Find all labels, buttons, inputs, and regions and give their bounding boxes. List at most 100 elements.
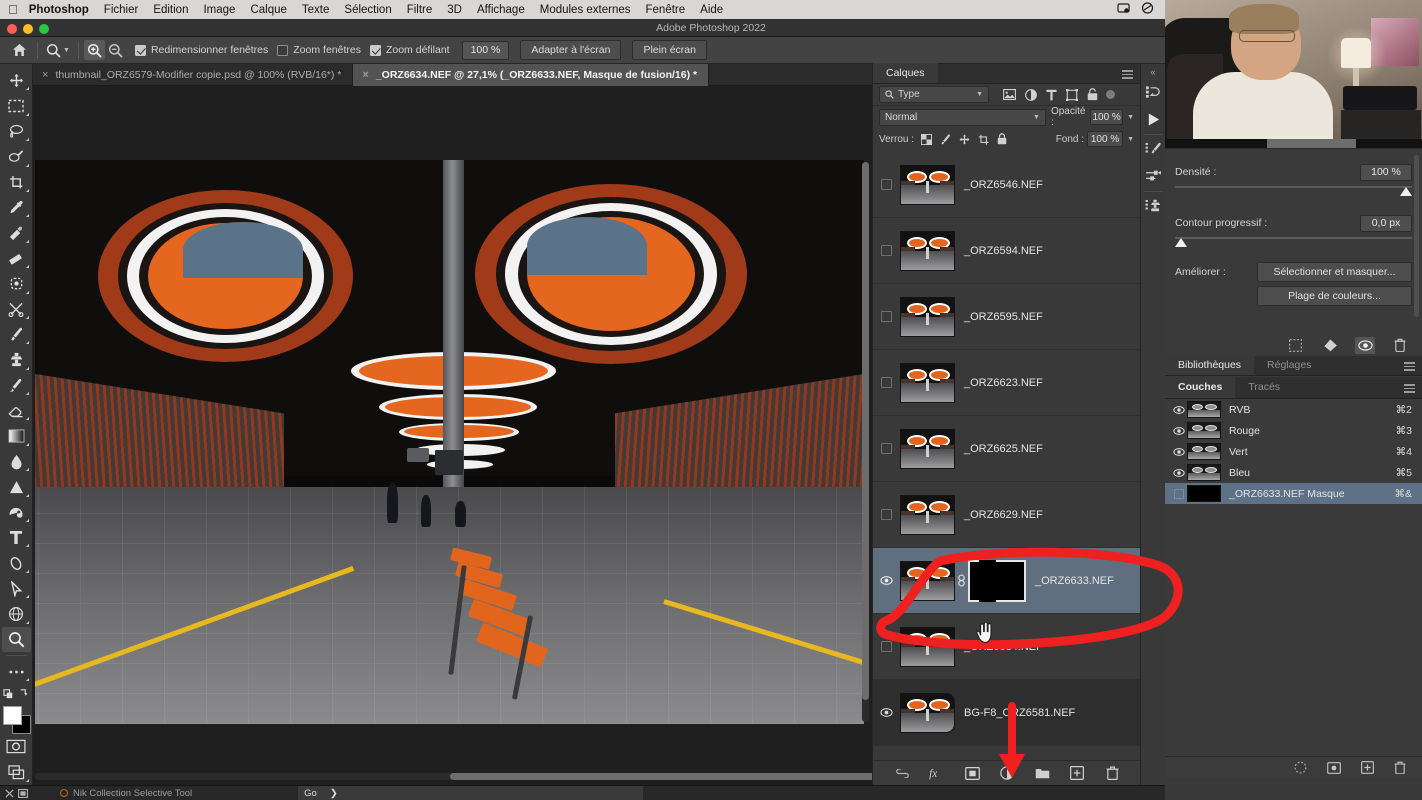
new-group-icon[interactable] [1034, 765, 1051, 782]
list-item-selected[interactable]: _ORZ6633.NEF Masque ⌘& [1165, 483, 1422, 504]
menu-item-3d[interactable]: 3D [447, 4, 462, 16]
brush-settings-icon[interactable] [1142, 136, 1165, 163]
layer-list[interactable]: _ORZ6546.NEF _ORZ6594.NEF _ORZ6595.NEF _… [873, 152, 1141, 800]
rectangular-marquee-tool[interactable] [2, 93, 31, 118]
document-tab-thumbnail-psd[interactable]: × thumbnail_ORZ6579-Modifier copie.psd @… [33, 64, 354, 86]
table-row[interactable]: _ORZ6625.NEF [873, 416, 1141, 482]
table-row[interactable]: _ORZ6634.NEF [873, 614, 1141, 680]
menu-item-fenetre[interactable]: Fenêtre [646, 4, 686, 16]
canvas-vertical-scrollbar[interactable] [862, 162, 869, 722]
chevron-down-icon[interactable]: ▼ [976, 91, 983, 98]
current-tool-zoom[interactable]: ▼ [43, 43, 73, 58]
adjustment-filter-icon[interactable] [1025, 88, 1037, 101]
layer-visibility-toggle[interactable] [877, 509, 895, 520]
blur-tool[interactable] [2, 449, 31, 474]
3d-rotate-tool[interactable] [2, 601, 31, 626]
menu-item-calque[interactable]: Calque [250, 4, 286, 16]
layer-thumbnail[interactable] [900, 428, 955, 469]
density-slider-knob[interactable] [1400, 187, 1412, 196]
feather-slider[interactable] [1175, 236, 1412, 249]
patch-tool[interactable] [2, 246, 31, 271]
menu-item-filtre[interactable]: Filtre [407, 4, 433, 16]
adjustments-icon[interactable] [1142, 163, 1165, 190]
new-adjustment-layer-icon[interactable] [999, 765, 1016, 782]
panel-menu-icon[interactable] [1404, 384, 1415, 395]
canvas-area[interactable]: ⌥ [33, 86, 881, 785]
layer-thumbnail[interactable] [900, 626, 955, 667]
close-icon[interactable] [5, 788, 14, 798]
quick-mask-icon[interactable] [2, 734, 31, 759]
zoom-out-icon[interactable] [105, 40, 126, 60]
clone-stamp-tool[interactable] [2, 347, 31, 372]
table-row[interactable]: _ORZ6623.NEF [873, 350, 1141, 416]
clone-source-icon[interactable] [1142, 193, 1165, 220]
lock-artboard-icon[interactable] [978, 134, 989, 145]
more-tools-icon[interactable] [2, 659, 31, 684]
menu-item-aide[interactable]: Aide [700, 4, 723, 16]
density-slider[interactable] [1175, 185, 1412, 198]
fullscreen-button[interactable]: Plein écran [632, 40, 707, 60]
feather-slider-knob[interactable] [1175, 238, 1187, 247]
color-range-button[interactable]: Plage de couleurs... [1257, 286, 1412, 306]
eyedropper-tool[interactable] [2, 195, 31, 220]
link-layers-icon[interactable] [894, 765, 911, 782]
delete-layer-icon[interactable] [1104, 765, 1121, 782]
go-field[interactable]: Go ❯ [298, 786, 644, 800]
load-selection-icon[interactable] [1285, 337, 1305, 354]
layer-thumbnail[interactable] [900, 230, 955, 271]
opacity-value[interactable]: 100 % [1090, 109, 1124, 125]
chevron-right-icon[interactable]: ❯ [330, 788, 338, 799]
pixel-filter-icon[interactable] [1003, 89, 1016, 100]
canvas-horizontal-scrollbar[interactable] [35, 773, 881, 780]
screen-mode-icon[interactable] [2, 760, 31, 785]
tab-traces[interactable]: Tracés [1235, 376, 1293, 398]
lock-position-icon[interactable] [959, 134, 970, 145]
collapse-panels-icon[interactable]: « [1150, 66, 1155, 79]
density-value[interactable]: 100 % [1360, 163, 1412, 181]
checkbox-resize-windows[interactable]: Redimensionner fenêtres [134, 44, 268, 56]
default-colors-icon[interactable] [2, 684, 31, 702]
layer-visibility-toggle[interactable] [877, 641, 895, 652]
menu-item-fichier[interactable]: Fichier [104, 4, 139, 16]
link-mask-icon[interactable] [955, 574, 968, 587]
layer-thumbnail[interactable] [900, 560, 955, 601]
panel-menu-icon[interactable] [1122, 70, 1133, 81]
lasso-tool[interactable] [2, 119, 31, 144]
close-icon[interactable]: × [42, 69, 48, 81]
home-icon[interactable] [6, 37, 32, 64]
table-row[interactable]: _ORZ6594.NEF [873, 218, 1141, 284]
lock-image-pixels-icon[interactable] [940, 133, 951, 145]
properties-scrollbar[interactable] [1414, 155, 1419, 317]
chevron-down-icon[interactable]: ▼ [1127, 136, 1134, 143]
lock-transparent-pixels-icon[interactable] [921, 133, 933, 145]
select-and-mask-button[interactable]: Sélectionner et masquer... [1257, 262, 1412, 282]
shape-filter-icon[interactable] [1066, 88, 1078, 101]
eraser-tool[interactable] [2, 398, 31, 423]
history-icon[interactable] [1142, 79, 1165, 106]
brush-tool[interactable] [2, 322, 31, 347]
fill-value[interactable]: 100 % [1087, 131, 1124, 147]
checkbox-box[interactable] [369, 44, 381, 56]
gradient-tool[interactable] [2, 423, 31, 448]
channel-visibility-toggle[interactable] [1171, 468, 1187, 477]
menu-item-photoshop[interactable]: Photoshop [29, 4, 89, 16]
layer-thumbnail[interactable] [900, 362, 955, 403]
list-item[interactable]: Rouge ⌘3 [1165, 420, 1422, 441]
table-row[interactable]: _ORZ6595.NEF [873, 284, 1141, 350]
add-layer-mask-icon[interactable] [964, 765, 981, 782]
tab-calques[interactable]: Calques [873, 63, 938, 83]
creative-cloud-icon[interactable] [1141, 2, 1154, 17]
channel-visibility-toggle[interactable] [1171, 447, 1187, 456]
spot-healing-brush-tool[interactable] [2, 220, 31, 245]
pen-tool[interactable] [2, 500, 31, 525]
menu-item-selection[interactable]: Sélection [344, 4, 391, 16]
layer-visibility-toggle[interactable] [877, 179, 895, 190]
channel-visibility-toggle[interactable] [1171, 405, 1187, 414]
panel-icon[interactable] [18, 788, 28, 798]
chevron-down-icon[interactable]: ▼ [1127, 114, 1134, 121]
tab-bibliotheques[interactable]: Bibliothèques [1165, 355, 1255, 375]
channel-visibility-toggle[interactable] [1171, 488, 1187, 499]
object-selection-tool[interactable] [2, 144, 31, 169]
layer-thumbnail[interactable] [900, 296, 955, 337]
zoom-tool[interactable] [1, 626, 31, 652]
